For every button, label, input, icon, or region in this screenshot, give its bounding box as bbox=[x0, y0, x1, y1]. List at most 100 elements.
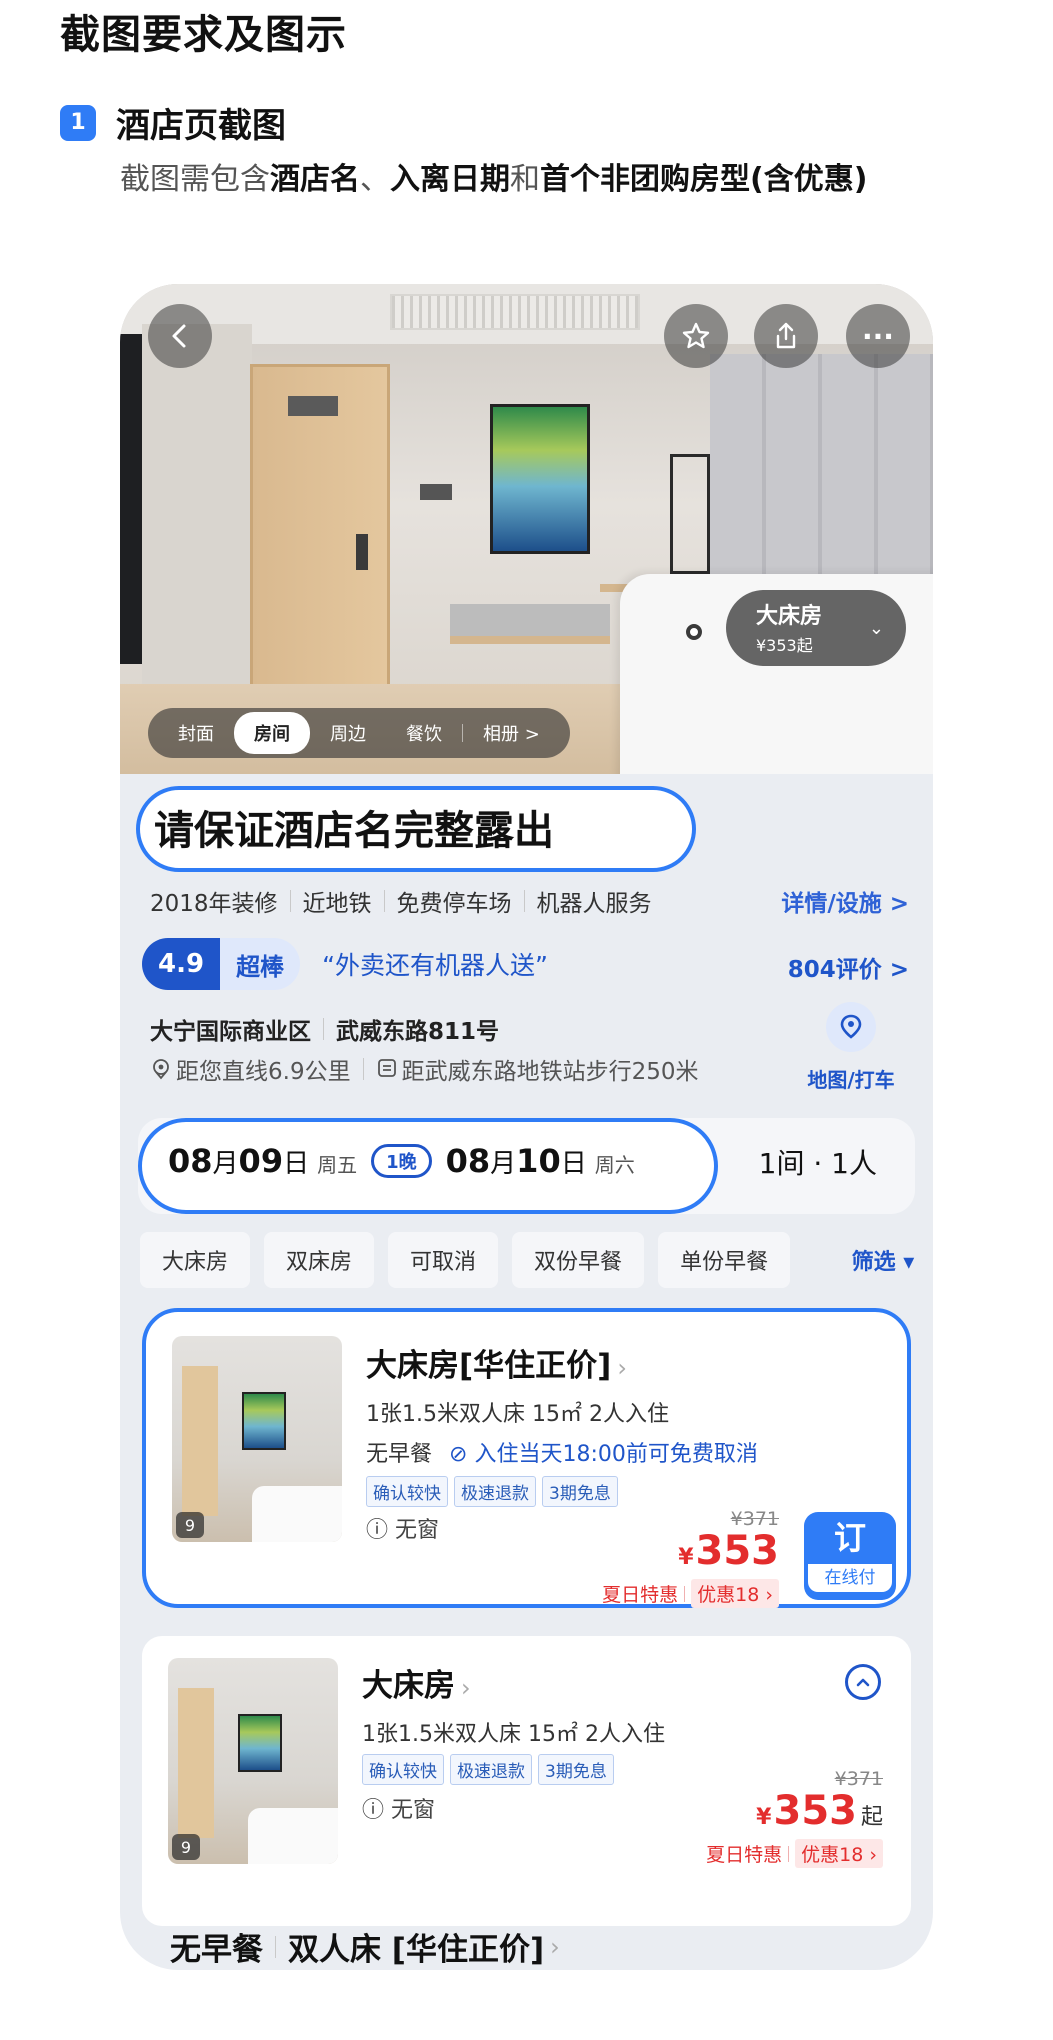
room-title[interactable]: 大床房[华住正价] › bbox=[366, 1340, 627, 1385]
room-badge: 极速退款 bbox=[450, 1754, 532, 1785]
address-line: 大宁国际商业区 武威东路811号 bbox=[150, 1012, 499, 1046]
distance-text: 距您直线6.9公里 bbox=[176, 1059, 351, 1085]
photo-rack bbox=[670, 454, 710, 574]
original-price: ¥371 bbox=[730, 1508, 779, 1530]
back-button[interactable] bbox=[148, 304, 212, 368]
details-link[interactable]: 详情/设施 > bbox=[781, 884, 909, 918]
photo-door-lock bbox=[356, 534, 368, 570]
hotel-photo[interactable]: ··· 大床房 ¥353起 ⌄ 封面 房间 周边 餐饮 相册 > bbox=[120, 284, 933, 774]
chevron-left-icon bbox=[172, 324, 186, 348]
promo-label: 夏日特惠 bbox=[602, 1584, 679, 1606]
book-button[interactable]: 订 在线付 bbox=[804, 1512, 896, 1600]
filter-button[interactable]: 筛选 ▾ bbox=[833, 1232, 933, 1288]
photo-count: 9 bbox=[176, 1512, 204, 1538]
room-type-pill[interactable]: 大床房 ¥353起 ⌄ bbox=[726, 590, 906, 666]
date-range[interactable]: 08 月 09 日 周五 1晚 08 月 10 日 周六 bbox=[168, 1142, 635, 1182]
room-thumbnail[interactable]: 9 bbox=[168, 1658, 338, 1864]
hotel-tags: 2018年装修 近地铁 免费停车场 机器人服务 bbox=[150, 884, 652, 918]
room-title-text: 大床房 bbox=[362, 1668, 455, 1704]
room-card[interactable]: 9 大床房 › 1张1.5米双人床 15㎡ 2人入住 确认较快 极速退款 3期免息… bbox=[142, 1636, 911, 1926]
photo-door-plate bbox=[288, 396, 338, 416]
current-price: ¥353 bbox=[602, 1530, 779, 1579]
rating-label: 超棒 bbox=[220, 938, 301, 990]
book-label: 订 bbox=[833, 1519, 866, 1557]
tab-cover[interactable]: 封面 bbox=[158, 712, 234, 754]
checkin-month: 08 bbox=[168, 1142, 213, 1180]
day-unit: 日 bbox=[283, 1149, 310, 1179]
favorite-button[interactable] bbox=[664, 304, 728, 368]
tab-room[interactable]: 房间 bbox=[234, 712, 310, 754]
tag-divider bbox=[289, 890, 291, 912]
coupon-badge[interactable]: 优惠18 › bbox=[795, 1839, 883, 1868]
instruction-bold: 入离日期 bbox=[390, 162, 510, 197]
reviews-link[interactable]: 804评价 > bbox=[788, 950, 909, 984]
next-room-name: 双人床 [华住正价] bbox=[288, 1932, 545, 1968]
filter-chip[interactable]: 双份早餐 bbox=[512, 1232, 645, 1288]
tag-divider bbox=[383, 890, 385, 912]
meal-cancel-line: 无早餐 ⊘ 入住当天18:00前可免费取消 bbox=[366, 1436, 758, 1468]
window-info: ⓘ 无窗 bbox=[362, 1792, 435, 1824]
star-icon bbox=[682, 322, 710, 349]
room-badges: 确认较快 极速退款 3期免息 bbox=[362, 1754, 620, 1785]
promo-divider bbox=[788, 1845, 790, 1862]
photo-count: 9 bbox=[172, 1834, 200, 1860]
month-unit: 月 bbox=[212, 1149, 239, 1179]
photo-bench bbox=[450, 604, 610, 644]
window-info: ⓘ 无窗 bbox=[366, 1512, 439, 1544]
tab-dining[interactable]: 餐饮 bbox=[386, 712, 462, 754]
metro-text: 距武威东路地铁站步行250米 bbox=[401, 1059, 699, 1085]
map-label: 地图/打车 bbox=[807, 1068, 895, 1092]
month-unit: 月 bbox=[490, 1149, 517, 1179]
hotel-tag: 免费停车场 bbox=[396, 891, 512, 917]
photo-switch bbox=[420, 484, 452, 500]
chevron-right-icon: › bbox=[550, 1932, 560, 1961]
map-button[interactable]: 地图/打车 bbox=[801, 1002, 901, 1093]
photo-vent bbox=[390, 294, 640, 330]
promo-line: 夏日特惠 优惠18 › bbox=[602, 1579, 779, 1608]
tab-surroundings[interactable]: 周边 bbox=[310, 712, 386, 754]
chevron-up-icon[interactable] bbox=[845, 1664, 881, 1700]
thumb-door bbox=[178, 1688, 214, 1838]
filter-chip[interactable]: 可取消 bbox=[388, 1232, 499, 1288]
more-button[interactable]: ··· bbox=[846, 304, 910, 368]
map-icon-circle bbox=[826, 1002, 876, 1052]
tab-album[interactable]: 相册 > bbox=[463, 712, 560, 754]
room-thumbnail[interactable]: 9 bbox=[172, 1336, 342, 1542]
filter-chip[interactable]: 双床房 bbox=[264, 1232, 375, 1288]
meal-info: 无早餐 bbox=[366, 1442, 433, 1467]
hotel-name: 请保证酒店名完整露出 bbox=[154, 808, 554, 854]
day-unit: 日 bbox=[560, 1149, 587, 1179]
rooms-guests-selector[interactable]: 1间 · 1人 bbox=[759, 1142, 877, 1182]
hotel-tag: 近地铁 bbox=[302, 891, 372, 917]
instruction-part: 和 bbox=[510, 162, 540, 197]
rating-row[interactable]: 4.9 超棒 “外卖还有机器人送” bbox=[142, 938, 548, 990]
photo-artwork bbox=[490, 404, 590, 554]
filter-chip[interactable]: 大床房 bbox=[140, 1232, 251, 1288]
review-quote: “外卖还有机器人送” bbox=[322, 951, 548, 980]
distance-divider bbox=[362, 1058, 364, 1080]
current-price: ¥353 起 bbox=[706, 1790, 883, 1839]
photo-wall bbox=[142, 324, 252, 684]
room-title[interactable]: 大床房 › bbox=[362, 1660, 471, 1705]
instruction-bold: 酒店名 bbox=[270, 162, 360, 197]
street-address: 武威东路811号 bbox=[336, 1019, 500, 1045]
room-card-highlighted[interactable]: 9 大床房[华住正价] › 1张1.5米双人床 15㎡ 2人入住 无早餐 ⊘ 入住… bbox=[142, 1308, 911, 1608]
next-room-title[interactable]: 无早餐 双人床 [华住正价] › bbox=[170, 1924, 560, 1969]
instruction-text: 截图需包含酒店名、入离日期和首个非团购房型(含优惠) bbox=[120, 152, 960, 208]
rating-score: 4.9 bbox=[142, 938, 221, 990]
coupon-badge[interactable]: 优惠18 › bbox=[691, 1579, 779, 1608]
thumb-door bbox=[182, 1366, 218, 1516]
share-button[interactable] bbox=[754, 304, 818, 368]
room-title-text: 大床房[华住正价] bbox=[366, 1348, 612, 1384]
room-badge: 确认较快 bbox=[362, 1754, 444, 1785]
filter-chip[interactable]: 单份早餐 bbox=[658, 1232, 791, 1288]
district: 大宁国际商业区 bbox=[150, 1019, 311, 1045]
checkout-weekday: 周六 bbox=[594, 1153, 635, 1177]
next-room-meal: 无早餐 bbox=[170, 1932, 263, 1968]
distance-line: 距您直线6.9公里 距武威东路地铁站步行250米 bbox=[150, 1052, 698, 1086]
metro-icon bbox=[377, 1059, 396, 1077]
chevron-down-icon: ⌄ bbox=[868, 618, 884, 639]
price-value: 353 bbox=[695, 1528, 780, 1574]
checkin-day: 09 bbox=[238, 1142, 284, 1180]
hotspot-dot[interactable] bbox=[686, 624, 702, 640]
